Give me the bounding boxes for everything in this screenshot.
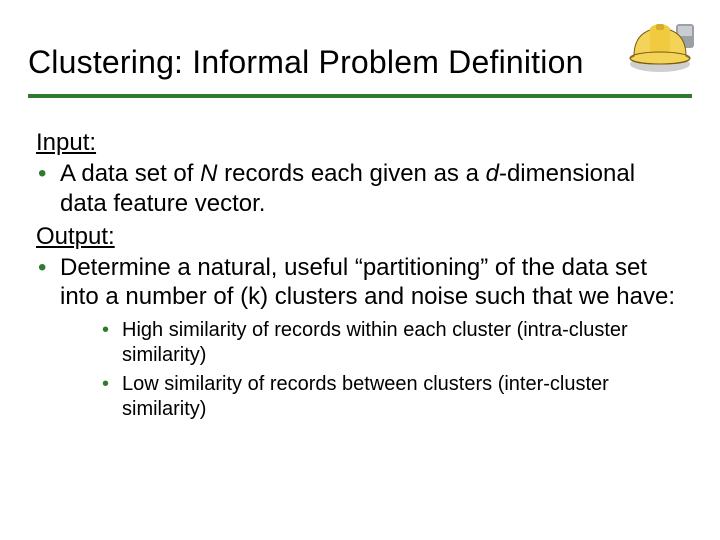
output-heading: Output: bbox=[36, 223, 115, 250]
title-area: Clustering: Informal Problem Definition bbox=[28, 44, 660, 81]
slide-body: Input: A data set of N records each give… bbox=[36, 128, 680, 426]
var-d: d bbox=[486, 160, 499, 187]
text: Low similarity of records between cluste… bbox=[122, 373, 609, 420]
text: Determine a natural, useful “partitionin… bbox=[60, 254, 675, 310]
var-n: N bbox=[200, 160, 217, 187]
input-bullet: A data set of N records each given as a … bbox=[36, 159, 680, 218]
text: A data set of bbox=[60, 160, 200, 187]
slide: Clustering: Informal Problem Definition … bbox=[0, 0, 720, 540]
text: High similarity of records within each c… bbox=[122, 319, 628, 366]
sub-bullet: Low similarity of records between cluste… bbox=[100, 372, 680, 422]
sub-bullet: High similarity of records within each c… bbox=[100, 318, 680, 368]
slide-title: Clustering: Informal Problem Definition bbox=[28, 44, 660, 81]
title-underline bbox=[28, 94, 692, 98]
input-heading: Input: bbox=[36, 129, 96, 156]
output-bullet: Determine a natural, useful “partitionin… bbox=[36, 253, 680, 422]
text: records each given as a bbox=[217, 160, 485, 187]
